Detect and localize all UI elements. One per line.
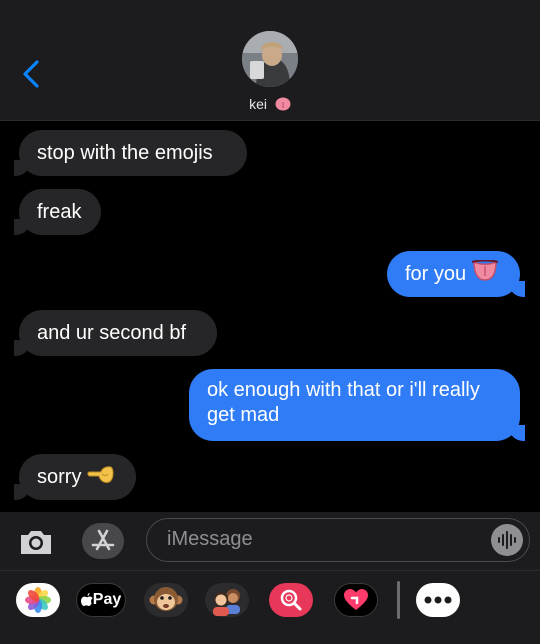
digital-touch-icon — [344, 589, 368, 610]
more-apps-button[interactable] — [416, 583, 460, 617]
message-text: and ur second bf — [37, 321, 186, 344]
audio-message-button[interactable] — [491, 524, 523, 556]
camera-button[interactable] — [18, 527, 54, 557]
apple-pay-button[interactable]: Pay — [76, 583, 126, 617]
image-search-button[interactable] — [269, 583, 313, 617]
message-text: stop with the emojis — [37, 141, 213, 164]
message-text: for you — [405, 262, 467, 285]
memoji-button[interactable] — [205, 583, 249, 617]
message-bubble-incoming[interactable]: freak — [14, 189, 101, 235]
photos-app-button[interactable] — [16, 583, 60, 617]
contact-avatar[interactable] — [242, 31, 298, 87]
contact-name-row[interactable]: kei — [0, 96, 540, 114]
digital-touch-button[interactable] — [334, 583, 378, 617]
message-bubble-incoming[interactable]: stop with the emojis — [14, 130, 247, 176]
photos-icon — [25, 587, 51, 613]
message-bubble-incoming[interactable]: and ur second bf — [14, 310, 217, 356]
message-thread[interactable]: stop with the emojis freak for you and u… — [0, 121, 540, 512]
message-text: freak — [37, 200, 82, 223]
message-bubble-outgoing[interactable]: ok enough with that or i'll really get m… — [189, 369, 525, 441]
back-button[interactable] — [18, 58, 46, 90]
pointing-hand-emoji — [87, 462, 115, 493]
contact-name: kei — [249, 96, 267, 112]
message-bubble-outgoing[interactable]: for you — [387, 251, 525, 297]
apple-logo-icon — [80, 593, 93, 606]
compose-bar — [0, 512, 540, 570]
tongue-emoji — [471, 259, 499, 289]
image-search-icon — [280, 589, 302, 611]
waveform-icon — [498, 531, 516, 549]
camera-icon — [21, 531, 51, 554]
app-drawer: Pay — [0, 570, 540, 644]
chevron-left-icon — [23, 60, 39, 88]
memoji-icon — [213, 589, 240, 616]
app-store-button[interactable] — [82, 523, 124, 559]
message-text: sorry — [37, 465, 82, 488]
monkey-memoji-icon — [149, 587, 183, 611]
message-text-line-1: ok enough with that or i'll really — [207, 379, 480, 401]
drawer-divider — [397, 581, 400, 619]
more-icon — [424, 596, 452, 604]
tongue-emoji — [275, 97, 291, 114]
conversation-header: kei — [0, 0, 540, 121]
apple-pay-label: Pay — [92, 591, 122, 608]
message-input[interactable] — [167, 519, 487, 560]
app-store-icon — [91, 529, 115, 551]
message-text-line-2: get mad — [207, 404, 280, 426]
message-bubble-incoming[interactable]: sorry — [14, 454, 136, 500]
animoji-button[interactable] — [144, 583, 188, 617]
message-input-field[interactable] — [146, 518, 530, 562]
